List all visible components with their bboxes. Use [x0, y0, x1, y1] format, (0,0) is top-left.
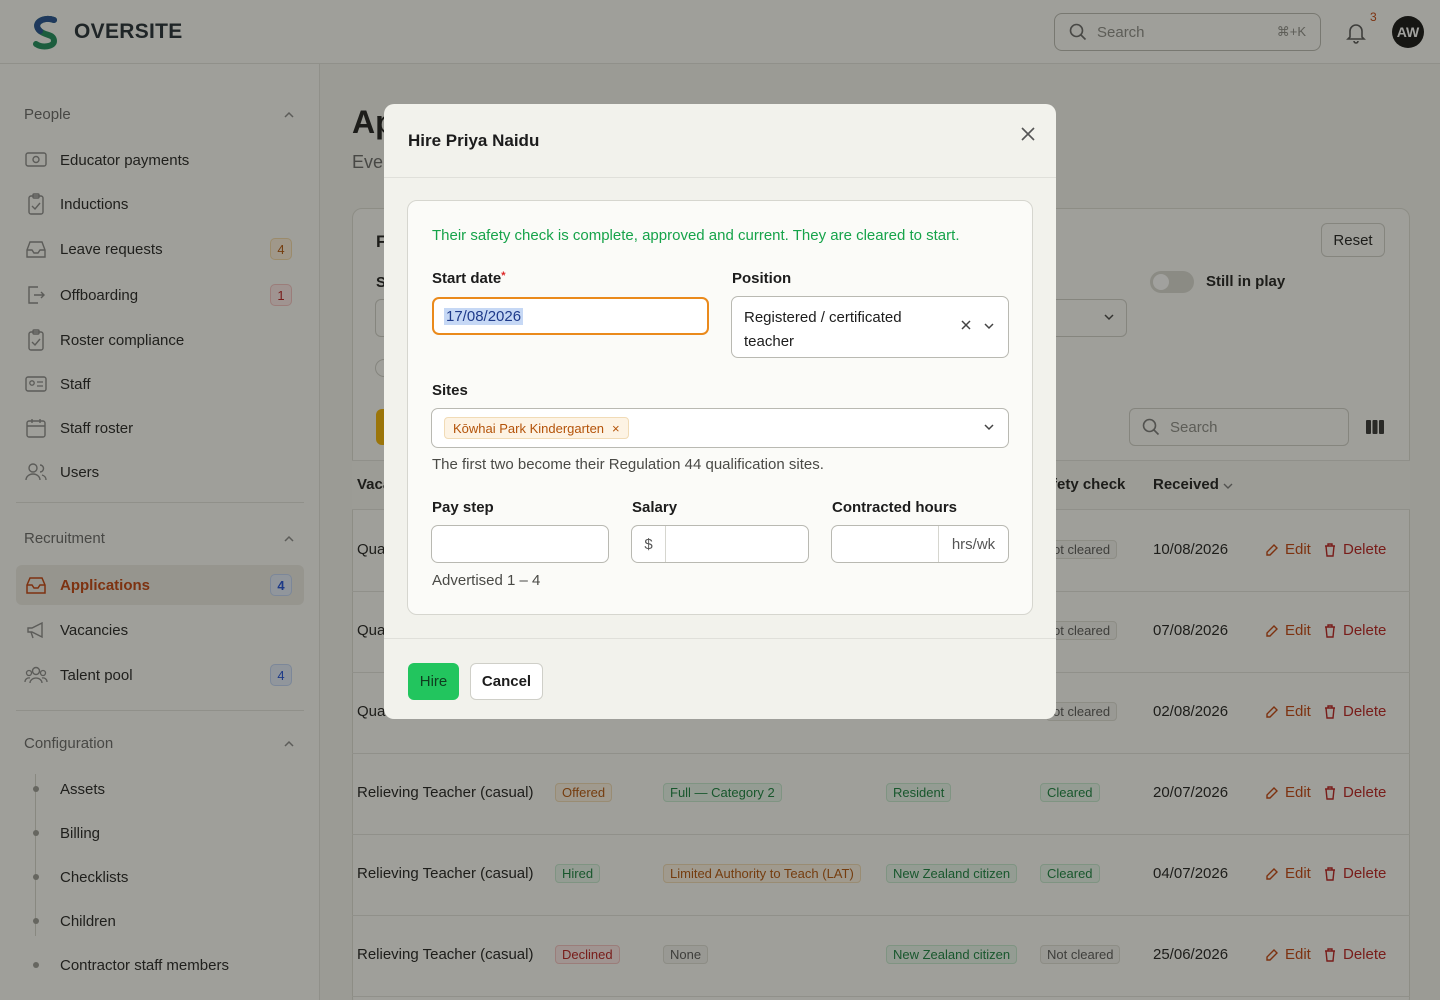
hours-suffix: hrs/wk: [938, 526, 1008, 562]
sites-label: Sites: [432, 382, 468, 399]
site-tag-label: Kōwhai Park Kindergarten: [453, 420, 605, 436]
salary-input[interactable]: $: [631, 525, 809, 563]
safety-check-message: Their safety check is complete, approved…: [432, 227, 960, 244]
contracted-hours-label: Contracted hours: [832, 499, 958, 516]
start-date-label: Start date*: [432, 270, 506, 287]
start-date-value: 17/08/2026: [444, 307, 524, 325]
chevron-down-icon[interactable]: [983, 320, 995, 332]
pay-step-input[interactable]: [431, 525, 609, 563]
close-button[interactable]: [1016, 122, 1040, 146]
salary-label: Salary: [632, 499, 678, 516]
site-tag: Kōwhai Park Kindergarten ×: [444, 417, 629, 439]
sites-multiselect[interactable]: Kōwhai Park Kindergarten ×: [431, 408, 1009, 448]
hire-dialog: Hire Priya Naidu Their safety check is c…: [384, 104, 1056, 719]
position-label: Position: [732, 270, 792, 287]
pay-step-label: Pay step: [432, 499, 494, 516]
sites-hint: The first two become their Regulation 44…: [432, 456, 824, 473]
dialog-title: Hire Priya Naidu: [408, 131, 540, 150]
start-date-input[interactable]: 17/08/2026: [432, 297, 709, 335]
dialog-footer: Hire Cancel: [384, 638, 1056, 719]
close-icon: [1021, 127, 1035, 141]
chevron-down-icon[interactable]: [983, 421, 995, 433]
contracted-hours-input[interactable]: hrs/wk: [831, 525, 1009, 563]
position-select[interactable]: Registered / certificated teacher: [731, 296, 1009, 358]
hire-button[interactable]: Hire: [408, 663, 459, 700]
advertised-range: Advertised 1 – 4: [432, 572, 541, 589]
dialog-header: Hire Priya Naidu: [384, 104, 1056, 178]
hire-form: Their safety check is complete, approved…: [407, 200, 1033, 615]
remove-tag-icon[interactable]: ×: [612, 421, 620, 436]
required-marker: *: [501, 270, 506, 282]
clear-icon[interactable]: [960, 319, 972, 331]
position-value: Registered / certificated teacher: [744, 309, 902, 350]
cancel-button[interactable]: Cancel: [470, 663, 543, 700]
currency-prefix: $: [632, 526, 666, 562]
